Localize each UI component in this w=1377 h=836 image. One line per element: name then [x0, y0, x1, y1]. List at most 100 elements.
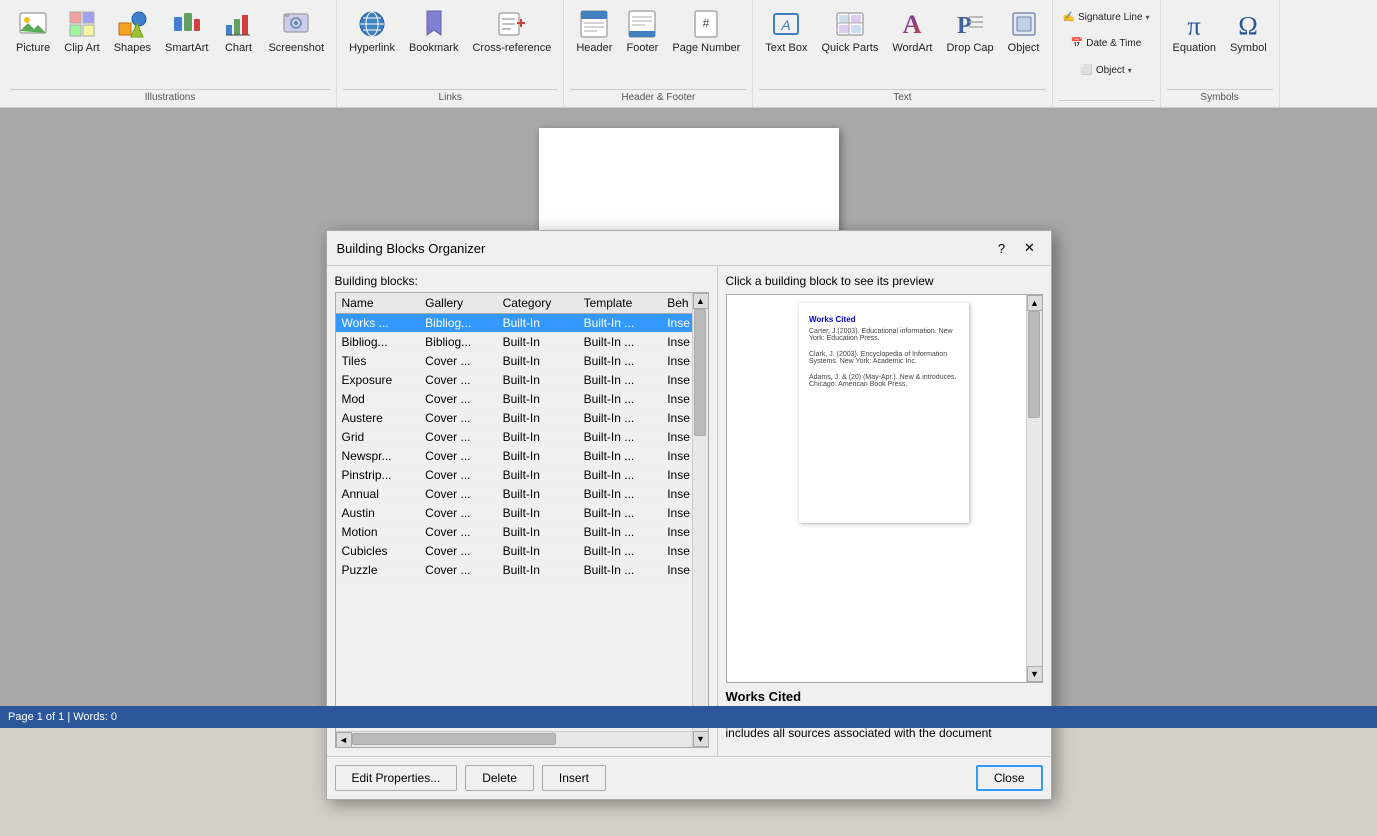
hyperlink-button[interactable]: Hyperlink — [343, 4, 401, 58]
cell-template: Built-In ... — [578, 352, 662, 371]
clip-art-icon — [66, 8, 98, 40]
smartart-icon — [171, 8, 203, 40]
cell-gallery: Bibliog... — [419, 333, 496, 352]
dialog-help-button[interactable]: ? — [991, 237, 1013, 259]
cell-gallery: Cover ... — [419, 390, 496, 409]
page-number-icon: # — [690, 8, 722, 40]
scroll-thumb[interactable] — [694, 309, 706, 436]
dialog-footer: Edit Properties... Delete Insert Close — [327, 756, 1051, 799]
cell-template: Built-In ... — [578, 466, 662, 485]
col-template: Template — [578, 293, 662, 314]
cell-category: Built-In — [497, 390, 578, 409]
preview-scroll-thumb[interactable] — [1028, 311, 1040, 418]
table-row[interactable]: AustereCover ...Built-InBuilt-In ...Inse — [336, 409, 708, 428]
smartart-button[interactable]: SmartArt — [159, 4, 214, 58]
table-row[interactable]: Newspr...Cover ...Built-InBuilt-In ...In… — [336, 447, 708, 466]
table-row[interactable]: TilesCover ...Built-InBuilt-In ...Inse — [336, 352, 708, 371]
page-number-button[interactable]: # Page Number — [666, 4, 746, 58]
table-row[interactable]: AnnualCover ...Built-InBuilt-In ...Inse — [336, 485, 708, 504]
dialog-titlebar: Building Blocks Organizer ? ✕ — [327, 231, 1051, 266]
quick-parts-button[interactable]: Quick Parts — [815, 4, 884, 58]
scroll-up-button[interactable]: ▲ — [693, 293, 709, 309]
cell-name: Annual — [336, 485, 420, 504]
preview-scroll-up[interactable]: ▲ — [1027, 295, 1043, 311]
cell-name: Puzzle — [336, 561, 420, 580]
cell-name: Mod — [336, 390, 420, 409]
cross-reference-button[interactable]: Cross-reference — [466, 4, 557, 58]
preview-vertical-scrollbar[interactable]: ▲ ▼ — [1026, 295, 1042, 682]
text-box-button[interactable]: A Text Box — [759, 4, 813, 58]
h-scroll-thumb[interactable] — [352, 733, 556, 745]
cell-gallery: Cover ... — [419, 561, 496, 580]
signature-line-button[interactable]: ✍ Signature Line ▾ — [1059, 10, 1154, 25]
chart-button[interactable]: Chart — [216, 4, 260, 58]
cell-name: Austere — [336, 409, 420, 428]
h-scroll-left-button[interactable]: ◄ — [336, 732, 352, 748]
horizontal-scrollbar[interactable]: ◄ ► — [336, 731, 708, 747]
building-blocks-tbody: Works ...Bibliog...Built-InBuilt-In ...I… — [336, 314, 708, 580]
wordart-button[interactable]: A WordArt — [886, 4, 938, 58]
bookmark-button[interactable]: Bookmark — [403, 4, 465, 58]
cell-gallery: Cover ... — [419, 409, 496, 428]
dialog-close-x-button[interactable]: ✕ — [1019, 237, 1041, 259]
illustrations-label: Illustrations — [10, 89, 330, 107]
status-bar: Page 1 of 1 | Words: 0 — [0, 706, 1377, 728]
table-row[interactable]: PuzzleCover ...Built-InBuilt-In ...Inse — [336, 561, 708, 580]
links-label: Links — [343, 89, 557, 107]
delete-button[interactable]: Delete — [465, 765, 534, 791]
edit-properties-button[interactable]: Edit Properties... — [335, 765, 458, 791]
dialog-right-pane: Click a building block to see its previe… — [717, 266, 1051, 756]
cell-name: Austin — [336, 504, 420, 523]
scroll-track[interactable] — [693, 309, 708, 731]
preview-scroll-down[interactable]: ▼ — [1027, 666, 1043, 682]
shapes-button[interactable]: Shapes — [108, 4, 157, 58]
table-row[interactable]: AustinCover ...Built-InBuilt-In ...Inse — [336, 504, 708, 523]
header-button[interactable]: Header — [570, 4, 618, 58]
table-row[interactable]: Bibliog...Bibliog...Built-InBuilt-In ...… — [336, 333, 708, 352]
cell-category: Built-In — [497, 561, 578, 580]
cell-category: Built-In — [497, 352, 578, 371]
svg-text:#: # — [703, 16, 710, 30]
table-row[interactable]: ModCover ...Built-InBuilt-In ...Inse — [336, 390, 708, 409]
table-row[interactable]: GridCover ...Built-InBuilt-In ...Inse — [336, 428, 708, 447]
col-gallery: Gallery — [419, 293, 496, 314]
object-main-button[interactable]: Object — [1002, 4, 1046, 58]
drop-cap-button[interactable]: P Drop Cap — [940, 4, 999, 58]
cell-name: Exposure — [336, 371, 420, 390]
cell-template: Built-In ... — [578, 333, 662, 352]
cell-name: Cubicles — [336, 542, 420, 561]
cell-category: Built-In — [497, 447, 578, 466]
table-row[interactable]: Pinstrip...Cover ...Built-InBuilt-In ...… — [336, 466, 708, 485]
vertical-scrollbar[interactable]: ▲ ▼ — [692, 293, 708, 747]
cell-category: Built-In — [497, 504, 578, 523]
cell-name: Newspr... — [336, 447, 420, 466]
table-row[interactable]: Works ...Bibliog...Built-InBuilt-In ...I… — [336, 314, 708, 333]
extra-label — [1059, 100, 1154, 107]
insert-button[interactable]: Insert — [542, 765, 606, 791]
close-button[interactable]: Close — [976, 765, 1043, 791]
picture-button[interactable]: Picture — [10, 4, 56, 58]
dialog-left-pane: Building blocks: Name Gallery Categor — [327, 266, 717, 756]
date-time-button[interactable]: 📅 Date & Time — [1059, 36, 1154, 51]
cell-template: Built-In ... — [578, 561, 662, 580]
preview-scroll-track[interactable] — [1027, 311, 1042, 666]
signature-line-icon: ✍ — [1063, 12, 1075, 23]
cell-gallery: Cover ... — [419, 352, 496, 371]
table-row[interactable]: MotionCover ...Built-InBuilt-In ...Inse — [336, 523, 708, 542]
object-button[interactable]: ⬜ Object ▾ — [1059, 63, 1154, 78]
footer-button[interactable]: Footer — [620, 4, 664, 58]
h-scroll-track[interactable] — [352, 732, 692, 747]
equation-button[interactable]: π Equation — [1167, 4, 1222, 58]
cell-name: Motion — [336, 523, 420, 542]
symbol-button[interactable]: Ω Symbol — [1224, 4, 1273, 58]
symbol-icon: Ω — [1232, 8, 1264, 40]
screenshot-button[interactable]: Screenshot — [262, 4, 330, 58]
table-row[interactable]: ExposureCover ...Built-InBuilt-In ...Ins… — [336, 371, 708, 390]
chart-icon — [222, 8, 254, 40]
clip-art-button[interactable]: Clip Art — [58, 4, 105, 58]
symbols-label: Symbols — [1167, 89, 1273, 107]
cell-gallery: Cover ... — [419, 447, 496, 466]
table-row[interactable]: CubiclesCover ...Built-InBuilt-In ...Ins… — [336, 542, 708, 561]
cell-template: Built-In ... — [578, 523, 662, 542]
scroll-down-button[interactable]: ▼ — [693, 731, 709, 747]
